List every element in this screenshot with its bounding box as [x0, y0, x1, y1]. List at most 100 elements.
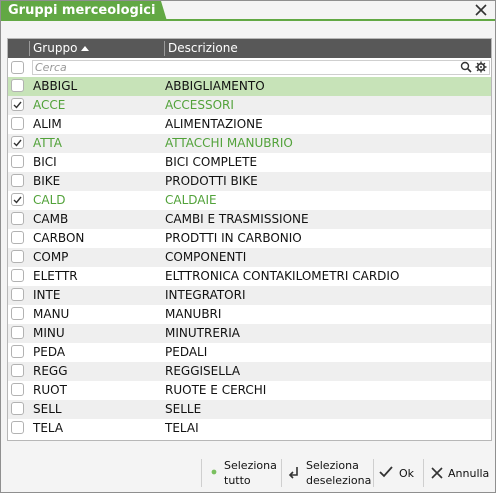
table-row[interactable]: ACCE ACCESSORI — [8, 96, 491, 115]
cell-gruppo: CALD — [33, 193, 66, 207]
table-row[interactable]: ELETTR ELTTRONICA CONTAKILOMETRI CARDIO — [8, 267, 491, 286]
cell-gruppo: PEDA — [33, 345, 66, 359]
row-checkbox[interactable] — [11, 231, 24, 244]
row-checkbox[interactable] — [11, 269, 24, 282]
search-icon[interactable] — [460, 61, 472, 73]
table-row[interactable]: BIKE PRODOTTI BIKE — [8, 172, 491, 191]
title-bar[interactable]: Gruppi merceologici — [1, 1, 495, 21]
ok-button[interactable]: Ok — [379, 458, 421, 488]
close-icon — [475, 4, 487, 16]
cell-descrizione: COMPONENTI — [165, 250, 247, 264]
row-checkbox[interactable] — [11, 117, 24, 130]
table-row[interactable]: ABBIGL ABBIGLIAMENTO — [8, 77, 491, 96]
table-row[interactable]: ALIM ALIMENTAZIONE — [8, 115, 491, 134]
toggle-selection-label-line2: deseleziona — [306, 474, 372, 487]
cell-gruppo: CAMB — [33, 212, 69, 226]
row-checkbox[interactable] — [11, 364, 24, 377]
search-row-checkbox[interactable] — [11, 61, 24, 74]
grid-header: Gruppo Descrizione — [8, 39, 491, 58]
table-row[interactable]: CAMB CAMBI E TRASMISSIONE — [8, 210, 491, 229]
cell-descrizione: TELAI — [165, 421, 199, 435]
cell-descrizione: ABBIGLIAMENTO — [165, 79, 265, 93]
footer-separator — [373, 459, 374, 487]
row-checkbox[interactable] — [11, 402, 24, 415]
row-checkbox[interactable] — [11, 326, 24, 339]
cell-gruppo: RUOT — [33, 383, 67, 397]
column-header-descrizione[interactable]: Descrizione — [168, 39, 238, 58]
column-separator — [164, 41, 165, 56]
table-row[interactable]: REGG REGGISELLA — [8, 362, 491, 381]
search-row: Cerca — [8, 58, 491, 77]
row-checkbox[interactable] — [11, 345, 24, 358]
table-row[interactable]: CALD CALDAIE — [8, 191, 491, 210]
cell-descrizione: ACCESSORI — [165, 98, 234, 112]
cell-gruppo: COMP — [33, 250, 69, 264]
row-checkbox[interactable] — [11, 383, 24, 396]
title-underline — [1, 19, 495, 21]
cell-gruppo: REGG — [33, 364, 68, 378]
cell-descrizione: BICI COMPLETE — [165, 155, 258, 169]
cell-descrizione: SELLE — [165, 402, 202, 416]
select-all-button[interactable]: Seleziona tutto — [211, 458, 279, 488]
table-row[interactable]: CARBON PRODTTI IN CARBONIO — [8, 229, 491, 248]
groups-grid: Gruppo Descrizione Cerca ABBIGL ABBIGLIAM… — [7, 38, 492, 441]
row-checkbox[interactable] — [11, 250, 24, 263]
cell-descrizione: INTEGRATORI — [165, 288, 246, 302]
cell-gruppo: ELETTR — [33, 269, 78, 283]
cell-descrizione: MANUBRI — [165, 307, 222, 321]
cancel-label: Annulla — [448, 467, 490, 480]
table-row[interactable]: RUOT RUOTE E CERCHI — [8, 381, 491, 400]
footer-separator — [423, 459, 424, 487]
search-input[interactable]: Cerca — [32, 60, 490, 75]
table-row[interactable]: TELA TELAI — [8, 419, 491, 438]
cell-descrizione: PRODOTTI BIKE — [165, 174, 258, 188]
toggle-selection-button[interactable]: Seleziona deseleziona — [288, 458, 372, 488]
select-column-header[interactable] — [13, 39, 27, 58]
table-row[interactable]: MANU MANUBRI — [8, 305, 491, 324]
cell-gruppo: SELL — [33, 402, 62, 416]
cell-descrizione: CALDAIE — [165, 193, 217, 207]
close-button[interactable] — [473, 2, 489, 18]
row-checkbox[interactable] — [11, 174, 24, 187]
footer-separator — [281, 459, 282, 487]
select-all-label-line2: tutto — [224, 474, 251, 487]
column-header-descrizione-label: Descrizione — [168, 41, 238, 55]
table-row[interactable]: BICI BICI COMPLETE — [8, 153, 491, 172]
cell-gruppo: TELA — [33, 421, 64, 435]
row-checkbox[interactable] — [11, 421, 24, 434]
checkmark-icon — [13, 100, 22, 112]
cell-descrizione: PRODTTI IN CARBONIO — [165, 231, 302, 245]
row-checkbox[interactable] — [11, 307, 24, 320]
table-row[interactable]: COMP COMPONENTI — [8, 248, 491, 267]
cell-gruppo: BICI — [33, 155, 57, 169]
cell-gruppo: BIKE — [33, 174, 61, 188]
row-checkbox[interactable] — [11, 193, 24, 206]
cell-gruppo: ALIM — [33, 117, 62, 131]
checkmark-icon — [13, 138, 22, 150]
cancel-button[interactable]: Annulla — [431, 458, 493, 488]
gear-icon[interactable] — [475, 61, 487, 73]
table-row[interactable]: ATTA ATTACCHI MANUBRIO — [8, 134, 491, 153]
table-row[interactable]: MINU MINUTRERIA — [8, 324, 491, 343]
cell-gruppo: MINU — [33, 326, 65, 340]
table-row[interactable]: SELL SELLE — [8, 400, 491, 419]
select-all-label-line1: Seleziona — [224, 459, 277, 472]
column-header-gruppo[interactable]: Gruppo — [33, 39, 90, 58]
checkmark-icon — [379, 466, 393, 478]
cell-descrizione: RUOTE E CERCHI — [165, 383, 267, 397]
row-checkbox[interactable] — [11, 155, 24, 168]
table-row[interactable]: INTE INTEGRATORI — [8, 286, 491, 305]
row-checkbox[interactable] — [11, 79, 24, 92]
row-checkbox[interactable] — [11, 288, 24, 301]
cell-gruppo: MANU — [33, 307, 70, 321]
cell-gruppo: ATTA — [33, 136, 63, 150]
column-header-gruppo-label: Gruppo — [33, 41, 78, 55]
sort-ascending-icon — [81, 46, 90, 51]
row-checkbox[interactable] — [11, 136, 24, 149]
row-checkbox[interactable] — [11, 98, 24, 111]
cell-descrizione: MINUTRERIA — [165, 326, 240, 340]
enter-arrow-icon — [288, 467, 298, 479]
table-row[interactable]: PEDA PEDALI — [8, 343, 491, 362]
toggle-selection-label-line1: Seleziona — [306, 459, 359, 472]
row-checkbox[interactable] — [11, 212, 24, 225]
